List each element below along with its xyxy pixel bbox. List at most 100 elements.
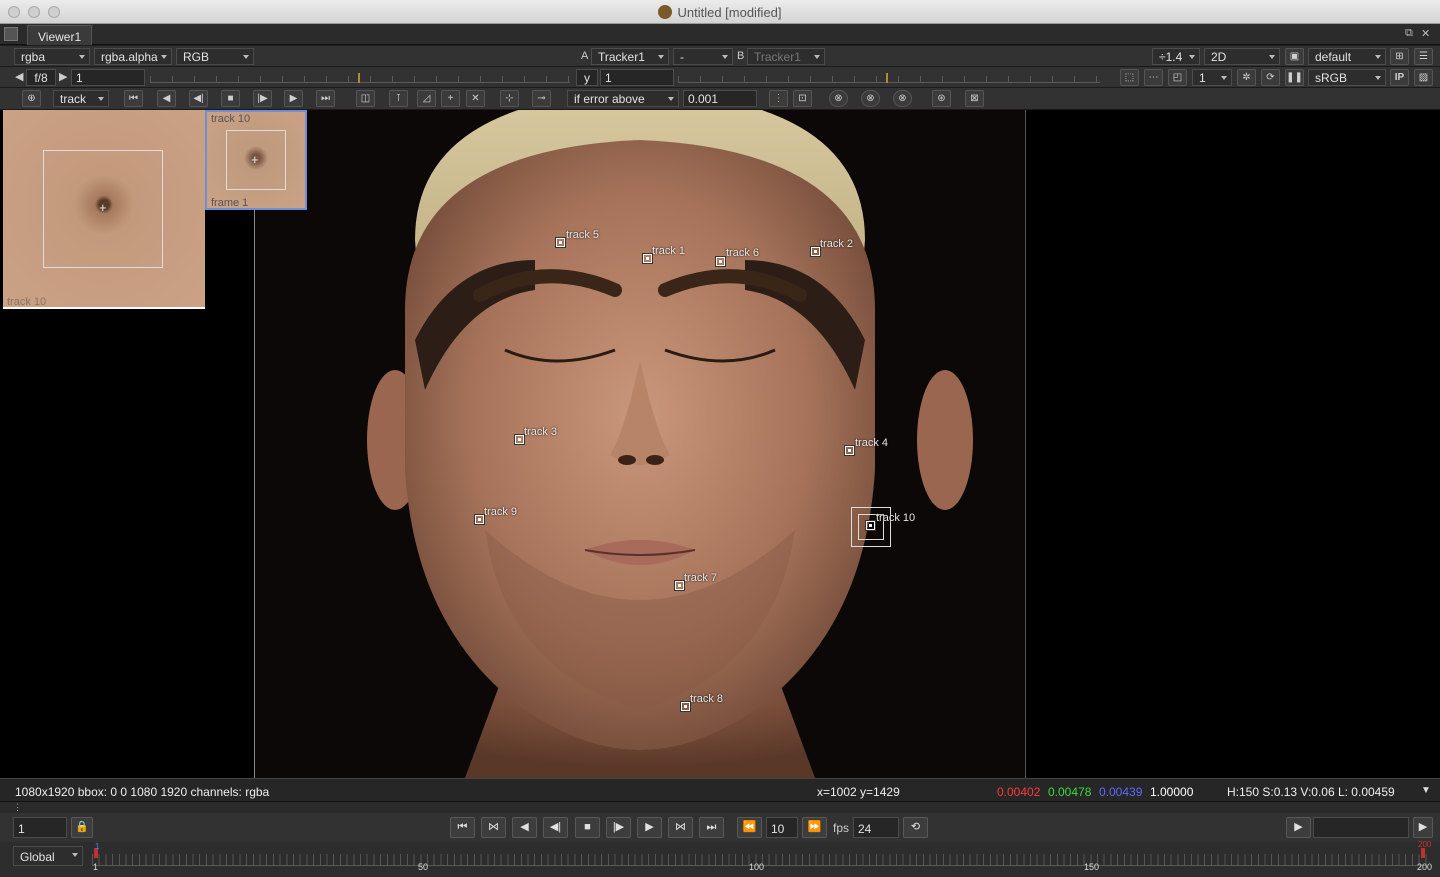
gamma-slider-handle[interactable] xyxy=(886,73,888,83)
play-forward-button[interactable]: |▶ xyxy=(606,817,631,838)
reset-offset-icon[interactable]: ⊠ xyxy=(965,90,984,107)
track-10-marker[interactable] xyxy=(866,521,875,530)
track-8-marker[interactable] xyxy=(681,702,690,711)
zoom-window-main[interactable]: + track 10 xyxy=(3,110,205,309)
viewer-colorspace-dropdown[interactable]: sRGB xyxy=(1308,69,1386,86)
panel-divider[interactable]: ⋮ xyxy=(0,802,1440,813)
viewer-canvas[interactable]: track 5 track 1 track 6 track 2 track 3 … xyxy=(0,110,1440,778)
track-3-marker[interactable] xyxy=(515,435,524,444)
track-backward-frame-icon[interactable]: ◀ xyxy=(157,90,176,107)
camera-icon[interactable]: ▣ xyxy=(1285,48,1304,65)
clear-all-icon[interactable]: ⊗ xyxy=(829,90,848,107)
track-4-marker[interactable] xyxy=(845,446,854,455)
goto-end-button[interactable]: ⏭ xyxy=(699,817,724,838)
render-icon[interactable]: ✲ xyxy=(1237,69,1256,86)
track-9-marker[interactable] xyxy=(475,515,484,524)
current-frame-field[interactable]: 1 xyxy=(13,817,67,838)
wipe-icon[interactable]: ⋯ xyxy=(1144,69,1163,86)
frame-range-dropdown[interactable]: Global xyxy=(13,846,83,866)
out-point-label: 200 xyxy=(1418,840,1432,849)
timeline-out-point[interactable] xyxy=(1421,848,1425,858)
add-key-icon[interactable]: + xyxy=(441,90,460,107)
error-threshold-field[interactable]: 0.001 xyxy=(683,90,757,107)
set-key-icon[interactable]: ⊺ xyxy=(389,90,408,107)
tab-viewer1[interactable]: Viewer1 xyxy=(27,25,93,45)
close-pane-icon[interactable]: ✕ xyxy=(1421,27,1430,40)
track-backward-icon[interactable]: ◀| xyxy=(189,90,208,107)
proxy-icon[interactable]: ◰ xyxy=(1168,69,1187,86)
add-keyframe-icon[interactable]: ⊹ xyxy=(500,90,519,107)
clear-keyframe-icon[interactable]: ⊸ xyxy=(532,90,551,107)
skip-backward-button[interactable]: ⏪ xyxy=(737,817,762,838)
face-illustration xyxy=(367,110,973,778)
settings-menu-icon[interactable]: ☰ xyxy=(1414,48,1433,65)
track-1-marker[interactable] xyxy=(643,254,652,263)
gain-slider[interactable] xyxy=(150,73,570,83)
previous-keyframe-button[interactable]: ⋈ xyxy=(481,817,506,838)
fullframe-icon[interactable]: ⊞ xyxy=(1390,48,1409,65)
alpha-channel-dropdown[interactable]: rgba.alpha xyxy=(94,48,172,65)
stop-tracking-icon[interactable]: ■ xyxy=(221,90,240,107)
view-mode-dropdown[interactable]: 2D xyxy=(1204,48,1280,65)
add-offset-icon[interactable]: ⊛ xyxy=(932,90,951,107)
previous-frame-button[interactable]: ◀ xyxy=(512,817,537,838)
track-5-marker[interactable] xyxy=(556,238,565,247)
input-process-button[interactable]: IP xyxy=(1390,69,1409,86)
float-pane-icon[interactable]: ⧉ xyxy=(1405,27,1413,40)
pane-menu-icon[interactable] xyxy=(4,27,18,41)
proxy-dropdown[interactable]: 1 xyxy=(1192,69,1232,86)
center-viewer-icon[interactable]: ⊡ xyxy=(793,90,812,107)
track-to-end-icon[interactable]: ⏭ xyxy=(316,90,335,107)
track-6-marker[interactable] xyxy=(716,257,725,266)
flipbook-range-field[interactable] xyxy=(1313,817,1409,838)
delete-key-icon[interactable]: ✕ xyxy=(466,90,485,107)
channels-dropdown[interactable]: rgba xyxy=(14,48,90,65)
fstop-increase-icon[interactable]: ▶ xyxy=(59,70,67,83)
skip-forward-button[interactable]: ⏩ xyxy=(802,817,827,838)
tracker-mode-dropdown[interactable]: track xyxy=(53,90,109,107)
roi-icon[interactable]: ⬚ xyxy=(1120,69,1139,86)
composite-op-dropdown[interactable]: - xyxy=(673,48,733,65)
gamma-slider[interactable] xyxy=(678,73,1100,83)
next-range-button[interactable]: ▶ xyxy=(1413,817,1433,838)
gain-slider-handle[interactable] xyxy=(358,73,360,83)
fstop-decrease-icon[interactable]: ◀ xyxy=(15,70,23,83)
track-7-marker[interactable] xyxy=(675,581,684,590)
refresh-icon[interactable]: ⟳ xyxy=(1261,69,1280,86)
skip-frames-field[interactable]: 10 xyxy=(766,817,798,838)
b-input-dropdown[interactable]: Tracker1 xyxy=(747,48,825,65)
track-forward-frame-icon[interactable]: ▶ xyxy=(284,90,303,107)
lut-dropdown[interactable]: default xyxy=(1308,48,1386,65)
zoom-window-pattern[interactable]: + track 10 frame 1 xyxy=(205,110,307,210)
error-mode-dropdown[interactable]: if error above xyxy=(567,90,679,107)
track-to-start-icon[interactable]: ⏮ xyxy=(124,90,143,107)
info-menu-icon[interactable]: ▼ xyxy=(1421,785,1431,796)
zoom-dropdown[interactable]: ÷1.4 xyxy=(1152,48,1200,65)
fps-label: fps xyxy=(833,821,850,835)
more-options-icon[interactable]: ⋮ xyxy=(769,90,788,107)
keyframe-icon[interactable]: ◫ xyxy=(356,90,375,107)
flipbook-button[interactable]: ▶ xyxy=(1286,817,1311,838)
clear-backward-icon[interactable]: ⊗ xyxy=(861,90,880,107)
track-2-marker[interactable] xyxy=(811,247,820,256)
add-track-icon[interactable]: ⊕ xyxy=(22,90,41,107)
goto-start-button[interactable]: ⏮ xyxy=(450,817,475,838)
play-backward-button[interactable]: ◀| xyxy=(543,817,568,838)
gain-field[interactable]: 1 xyxy=(71,69,145,86)
track-forward-icon[interactable]: |▶ xyxy=(253,90,272,107)
fps-field[interactable]: 24 xyxy=(853,817,899,838)
next-keyframe-button[interactable]: ⋈ xyxy=(668,817,693,838)
a-input-dropdown[interactable]: Tracker1 xyxy=(591,48,669,65)
clear-forward-icon[interactable]: ⊗ xyxy=(893,90,912,107)
stop-button[interactable]: ■ xyxy=(575,817,600,838)
track-8-label: track 8 xyxy=(690,693,724,705)
key-track-icon[interactable]: ◿ xyxy=(417,90,436,107)
pause-icon[interactable]: ❚❚ xyxy=(1285,69,1304,86)
stripes-icon[interactable]: ▨ xyxy=(1414,69,1433,86)
lock-range-icon[interactable]: 🔒 xyxy=(71,817,93,838)
loop-mode-button[interactable]: ⟲ xyxy=(903,817,928,838)
fstop-field[interactable]: f/8 xyxy=(26,69,56,86)
gamma-field[interactable]: 1 xyxy=(600,69,674,86)
display-channels-dropdown[interactable]: RGB xyxy=(176,48,254,65)
next-frame-button[interactable]: ▶ xyxy=(637,817,662,838)
